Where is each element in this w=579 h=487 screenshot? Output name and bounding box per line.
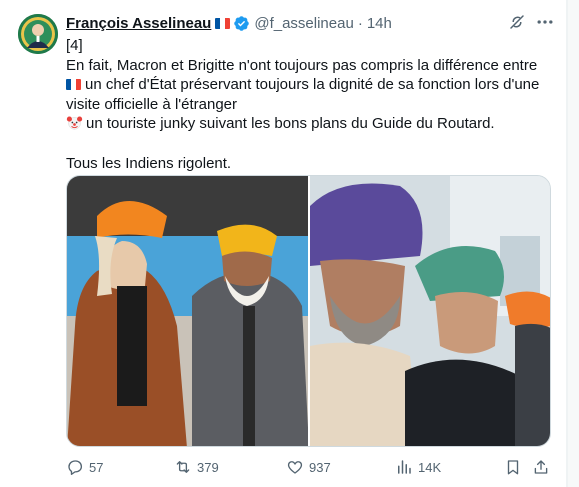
media-photo-right[interactable] xyxy=(310,176,550,446)
grok-icon[interactable] xyxy=(508,13,526,31)
views-button[interactable]: 14K xyxy=(395,458,441,476)
tweet-line: En fait, Macron et Brigitte n'ont toujou… xyxy=(66,56,538,74)
repost-count: 379 xyxy=(197,459,219,475)
views-count: 14K xyxy=(418,459,442,475)
avatar-image xyxy=(18,14,58,54)
tweet-line-blank xyxy=(66,134,546,154)
tweet-time[interactable]: 14h xyxy=(367,15,392,32)
tweet-line: un chef d'État préservant toujours la di… xyxy=(85,76,540,94)
tweet-line: visite officielle à l'étranger xyxy=(66,95,238,113)
share-button[interactable] xyxy=(532,458,555,476)
separator-dot: · xyxy=(357,14,363,32)
france-flag-icon xyxy=(66,79,81,91)
more-icon[interactable] xyxy=(535,12,555,32)
tweet-text: [4] En fait, Macron et Brigitte n'ont to… xyxy=(66,36,546,173)
bookmark-icon xyxy=(507,460,519,475)
scrollbar[interactable] xyxy=(567,0,579,487)
like-count: 937 xyxy=(309,459,331,475)
repost-button[interactable]: 379 xyxy=(174,458,219,476)
clown-face-icon xyxy=(66,116,83,130)
tweet-line-with-flag: un chef d'État préservant toujours la di… xyxy=(66,75,546,95)
tweet-line: Tous les Indiens rigolent. xyxy=(66,154,232,172)
author-name[interactable]: François Asselineau xyxy=(66,15,211,32)
views-icon xyxy=(398,460,411,474)
share-icon xyxy=(534,460,548,474)
tweet-actions: 57 379 937 14K xyxy=(66,458,556,480)
bookmark-button[interactable] xyxy=(504,458,527,476)
tweet-card: François Asselineau @f_asselineau · 14h … xyxy=(0,0,567,487)
photo-left-image xyxy=(67,176,308,446)
france-flag-icon xyxy=(215,17,231,29)
photo-right-image xyxy=(310,176,550,446)
tweet-header: François Asselineau @f_asselineau · 14h xyxy=(66,12,392,34)
media-photo-left[interactable] xyxy=(67,176,308,446)
reply-count: 57 xyxy=(89,459,104,475)
reply-button[interactable]: 57 xyxy=(66,458,103,476)
verified-badge-icon[interactable] xyxy=(233,15,250,32)
author-avatar[interactable] xyxy=(18,14,58,54)
reply-icon xyxy=(68,460,83,475)
like-icon xyxy=(287,461,303,474)
tweet-line: un touriste junky suivant les bons plans… xyxy=(86,115,495,133)
author-handle[interactable]: @f_asselineau xyxy=(254,15,353,32)
repost-icon xyxy=(176,461,190,473)
tweet-line: [4] xyxy=(66,37,83,54)
tweet-line-with-clown: un touriste junky suivant les bons plans… xyxy=(66,114,546,134)
like-button[interactable]: 937 xyxy=(286,458,331,476)
tweet-media[interactable] xyxy=(66,175,551,447)
